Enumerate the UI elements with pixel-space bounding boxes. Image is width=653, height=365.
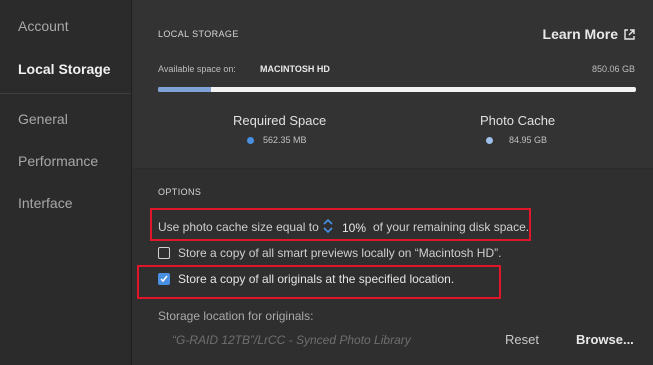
sidebar-item-performance[interactable]: Performance [18, 153, 98, 169]
smart-previews-label[interactable]: Store a copy of all smart previews local… [178, 246, 501, 260]
disk-total: 850.06 GB [591, 64, 635, 74]
available-space-label: Available space on: [158, 64, 236, 74]
photo-cache-dot [486, 137, 493, 144]
sidebar-divider [0, 93, 131, 94]
disk-name: MACINTOSH HD [260, 64, 330, 74]
originals-checkbox[interactable] [158, 273, 170, 285]
options-heading: OPTIONS [158, 187, 202, 197]
storage-location-label: Storage location for originals: [158, 309, 314, 323]
sidebar-item-interface[interactable]: Interface [18, 195, 72, 211]
storage-usage-fill [158, 87, 211, 92]
storage-location-path: “G-RAID 12TB”/LrCC - Synced Photo Librar… [172, 333, 411, 347]
required-space-dot [247, 137, 254, 144]
checkmark-icon [160, 275, 168, 283]
percent-stepper-icon[interactable] [322, 218, 334, 234]
external-link-icon [624, 29, 635, 40]
local-storage-panel: LOCAL STORAGE Learn More Available space… [132, 0, 653, 168]
required-space-label: Required Space [233, 113, 327, 128]
photo-cache-value: 84.95 GB [509, 135, 548, 145]
sidebar-item-general[interactable]: General [18, 111, 68, 127]
photo-cache-label: Photo Cache [480, 113, 556, 128]
reset-button[interactable]: Reset [505, 332, 539, 347]
learn-more-link[interactable]: Learn More [543, 26, 635, 42]
sidebar-item-account[interactable]: Account [18, 18, 69, 34]
local-storage-heading: LOCAL STORAGE [158, 29, 239, 39]
cache-size-text-before: Use photo cache size equal to [158, 220, 319, 234]
sidebar-item-local-storage[interactable]: Local Storage [18, 61, 111, 77]
settings-content: LOCAL STORAGE Learn More Available space… [132, 0, 653, 365]
originals-label[interactable]: Store a copy of all originals at the spe… [178, 272, 454, 286]
learn-more-label: Learn More [542, 26, 618, 42]
smart-previews-checkbox[interactable] [158, 247, 170, 259]
browse-button[interactable]: Browse... [576, 332, 634, 347]
sidebar: Account Local Storage General Performanc… [0, 0, 132, 365]
cache-percent-value[interactable]: 10% [342, 221, 366, 235]
cache-size-text-after: of your remaining disk space. [373, 220, 530, 234]
required-space-value: 562.35 MB [263, 135, 307, 145]
storage-usage-bar [158, 87, 636, 92]
